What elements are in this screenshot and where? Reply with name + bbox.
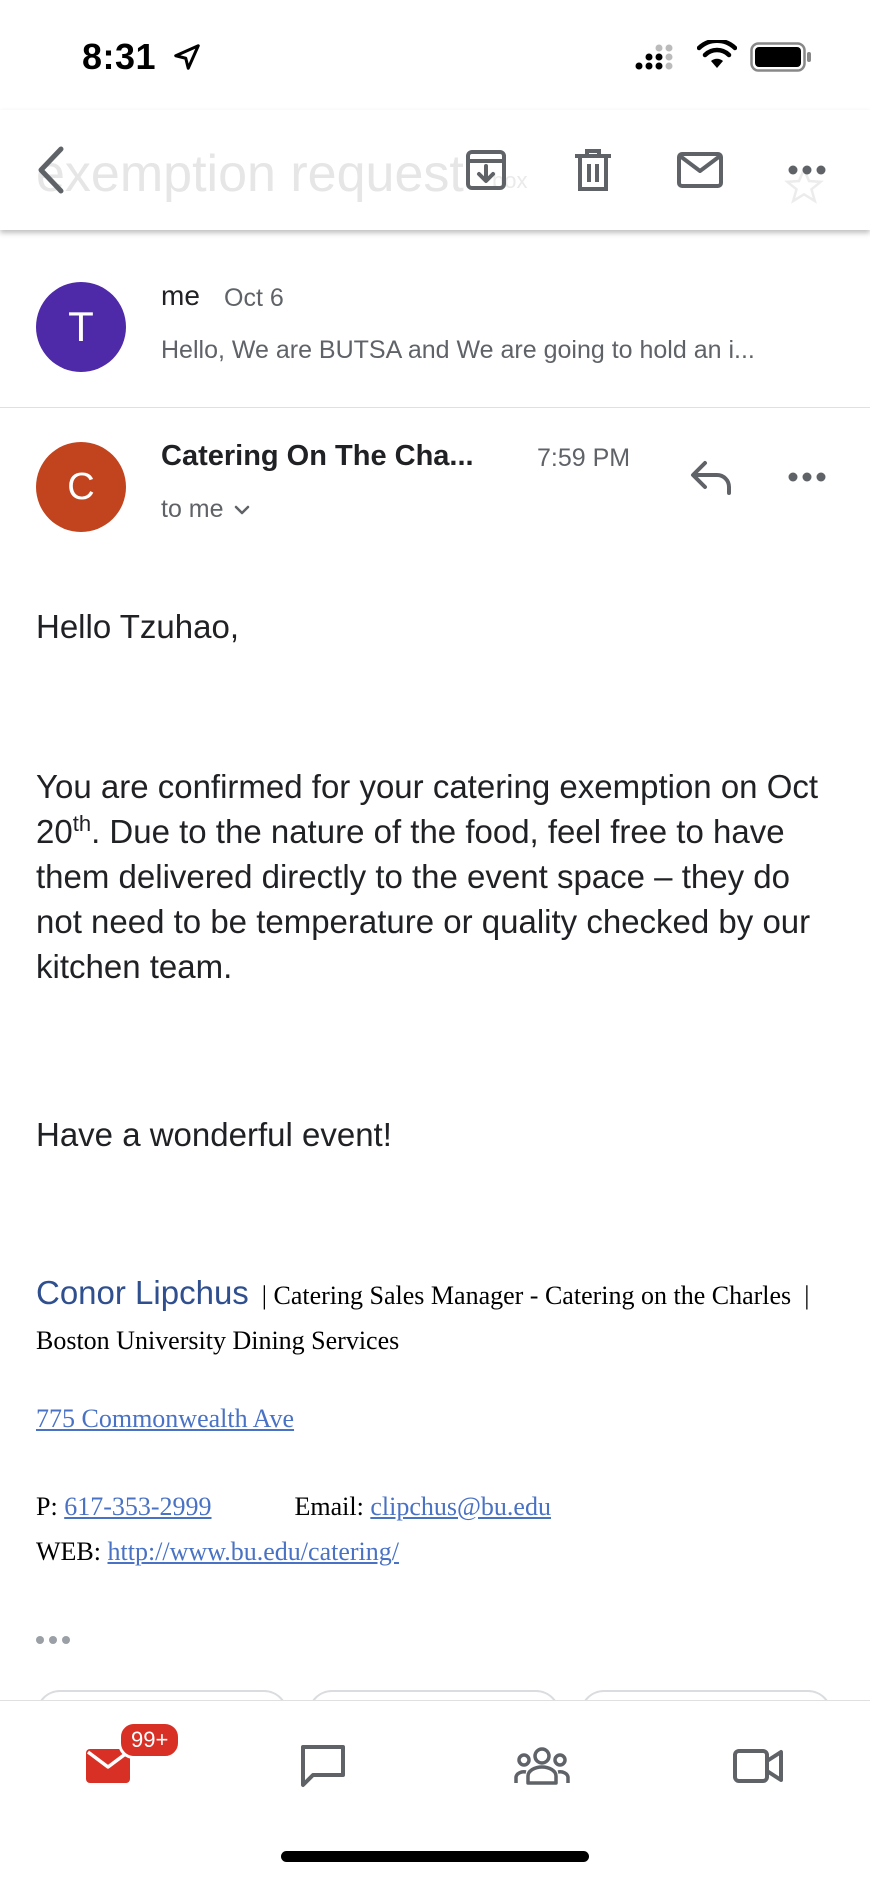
email-paragraph: You are confirmed for your catering exem… — [36, 764, 836, 989]
chat-icon — [301, 1745, 345, 1787]
back-button[interactable] — [22, 142, 78, 198]
web-link[interactable]: http://www.bu.edu/catering/ — [108, 1537, 399, 1566]
sender-name[interactable]: Catering On The Cha... — [161, 440, 474, 473]
email-greeting: Hello Tzuhao, — [36, 608, 240, 645]
archive-button[interactable] — [458, 142, 514, 198]
chevron-left-icon — [38, 146, 64, 194]
status-bar: 8:31 — [0, 0, 870, 110]
message-snippet: Hello, We are BUTSA and We are going to … — [161, 336, 755, 364]
signature-title: | Catering Sales Manager - Catering on t… — [261, 1281, 792, 1310]
message-date: Oct 6 — [224, 284, 284, 312]
battery-icon — [750, 42, 811, 72]
signature-address: 775 Commonwealth Ave — [36, 1404, 294, 1434]
avatar: T — [36, 282, 126, 372]
message-time: 7:59 PM — [537, 444, 631, 472]
people-icon — [514, 1747, 570, 1785]
delete-button[interactable] — [565, 142, 621, 198]
archive-icon — [466, 150, 506, 190]
unread-badge: 99+ — [118, 1721, 182, 1759]
location-arrow-icon — [174, 44, 200, 70]
mark-unread-button[interactable] — [672, 142, 728, 198]
recipient-details-toggle[interactable]: to me — [161, 495, 250, 524]
message-more-button[interactable] — [779, 449, 835, 505]
phone-link[interactable]: 617-353-2999 — [64, 1492, 211, 1521]
message-header: C Catering On The Cha... 7:59 PM to me — [0, 409, 870, 559]
video-camera-icon — [733, 1749, 783, 1783]
envelope-icon — [677, 152, 723, 188]
wifi-icon — [697, 40, 737, 68]
cellular-signal-icon — [635, 44, 673, 70]
nav-spaces[interactable] — [502, 1731, 582, 1801]
message-toolbar: exemption request box — [0, 110, 870, 230]
nav-meet[interactable] — [718, 1731, 798, 1801]
more-horizontal-icon — [788, 472, 826, 482]
status-time: 8:31 — [82, 36, 157, 77]
email-label: Email: — [294, 1492, 364, 1521]
home-indicator[interactable] — [281, 1851, 589, 1862]
signature: Conor Lipchus | Catering Sales Manager -… — [36, 1270, 836, 1363]
chevron-down-icon — [234, 505, 249, 514]
trash-icon — [575, 149, 611, 191]
signature-name: Conor Lipchus — [36, 1274, 249, 1311]
email-link[interactable]: clipchus@bu.edu — [370, 1492, 551, 1521]
web-label: WEB: — [36, 1537, 101, 1566]
collapsed-message[interactable]: T me Oct 6 Hello, We are BUTSA and We ar… — [0, 232, 870, 408]
sender-name: me — [161, 280, 200, 311]
paragraph-text-end: . Due to the nature of the food, feel fr… — [36, 813, 811, 985]
nav-chat[interactable] — [283, 1731, 363, 1801]
more-options-button[interactable] — [779, 142, 835, 198]
recipient-label: to me — [161, 495, 224, 523]
more-horizontal-icon — [788, 165, 826, 175]
phone-label: P: — [36, 1492, 58, 1521]
reply-icon — [691, 461, 731, 495]
avatar[interactable]: C — [36, 442, 126, 532]
ordinal-suffix: th — [72, 811, 92, 836]
email-closing: Have a wonderful event! — [36, 1116, 392, 1153]
signature-contact: P: 617-353-2999 Email: clipchus@bu.edu W… — [36, 1484, 836, 1574]
address-link[interactable]: 775 Commonwealth Ave — [36, 1404, 294, 1433]
subject-ghost-title: exemption request — [36, 145, 464, 203]
reply-button[interactable] — [683, 449, 739, 505]
show-trimmed-content-button[interactable] — [36, 1628, 82, 1652]
